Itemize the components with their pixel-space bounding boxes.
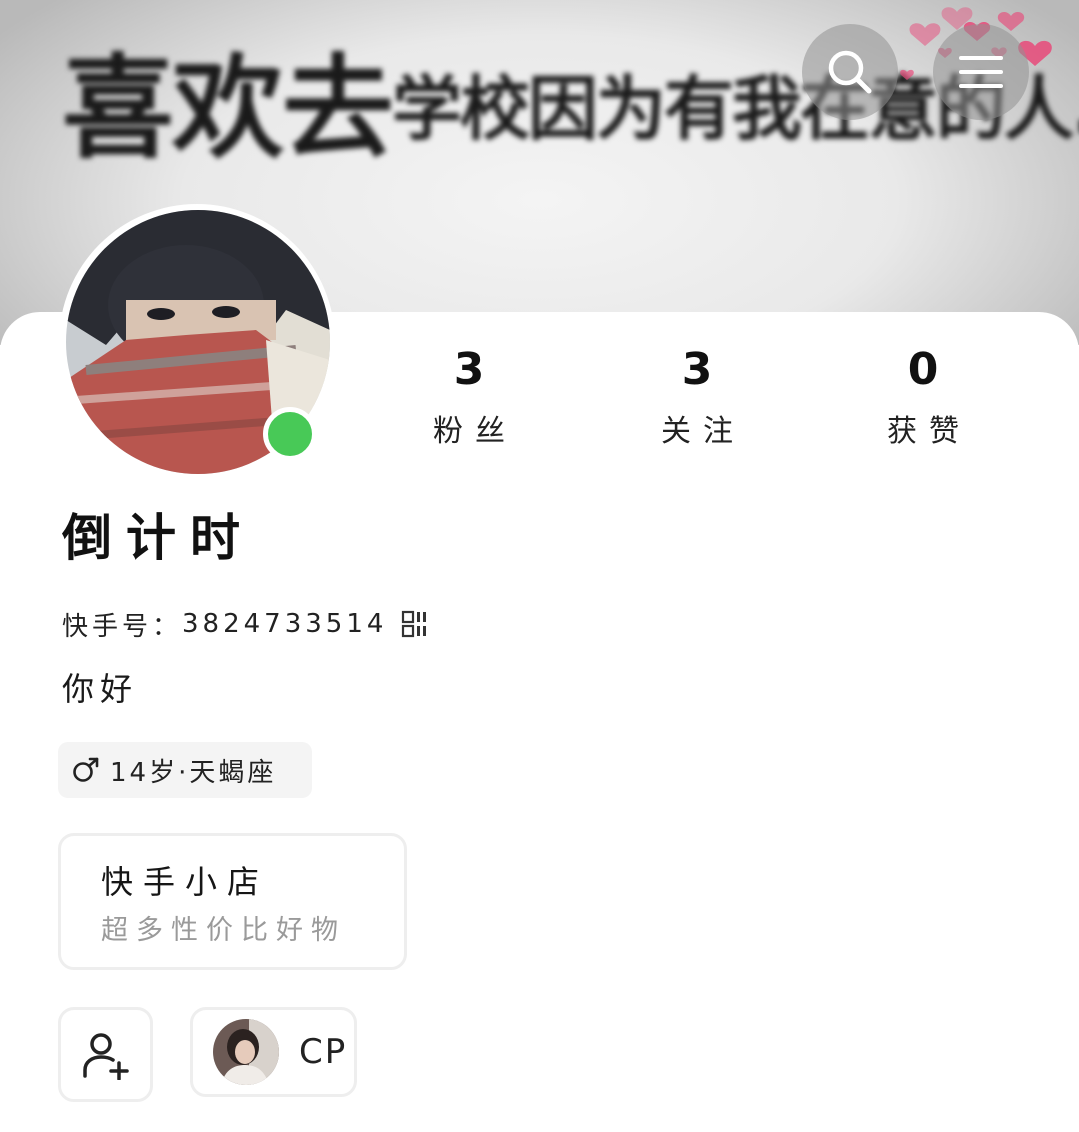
stat-likes[interactable]: 0 获赞	[843, 340, 1003, 452]
age-zodiac-tag: 14岁·天蝎座	[58, 742, 312, 798]
kuaishou-id-label: 快手号：	[62, 611, 183, 642]
age-zodiac-text: 14岁·天蝎座	[110, 757, 277, 788]
stat-following-label: 关注	[661, 414, 745, 449]
shop-subtitle: 超多性价比好物	[101, 915, 346, 946]
add-friend-icon	[82, 1032, 129, 1080]
kuaishou-id-row[interactable]: 快手号： 3824733514	[62, 604, 429, 644]
kuaishou-id: 3824733514	[182, 609, 388, 639]
stat-following[interactable]: 3 关注	[617, 340, 777, 452]
kuaishou-shop-card[interactable]: 快手小店 超多性价比好物	[58, 833, 407, 970]
bio: 你好	[62, 670, 139, 708]
shop-title: 快手小店	[101, 863, 270, 901]
stat-fans[interactable]: 3 粉丝	[389, 340, 549, 452]
online-status-dot	[263, 407, 317, 461]
banner-caption-big: 喜欢去	[62, 44, 394, 174]
stat-fans-value: 3	[453, 344, 485, 395]
menu-button[interactable]	[933, 24, 1029, 120]
username: 倒计时	[62, 509, 254, 567]
cp-avatar	[213, 1019, 279, 1085]
stat-fans-label: 粉丝	[433, 414, 517, 449]
stat-likes-label: 获赞	[887, 414, 971, 449]
cp-button[interactable]: CP	[190, 1007, 357, 1097]
male-gender-icon	[72, 756, 100, 784]
stat-likes-value: 0	[907, 344, 939, 395]
search-icon	[828, 50, 872, 94]
search-button[interactable]	[802, 24, 898, 120]
qr-code-icon[interactable]	[401, 610, 429, 638]
stat-following-value: 3	[681, 344, 713, 395]
hamburger-menu-icon	[959, 56, 1003, 88]
add-friend-button[interactable]	[58, 1007, 153, 1102]
cp-label: CP	[299, 1032, 348, 1072]
